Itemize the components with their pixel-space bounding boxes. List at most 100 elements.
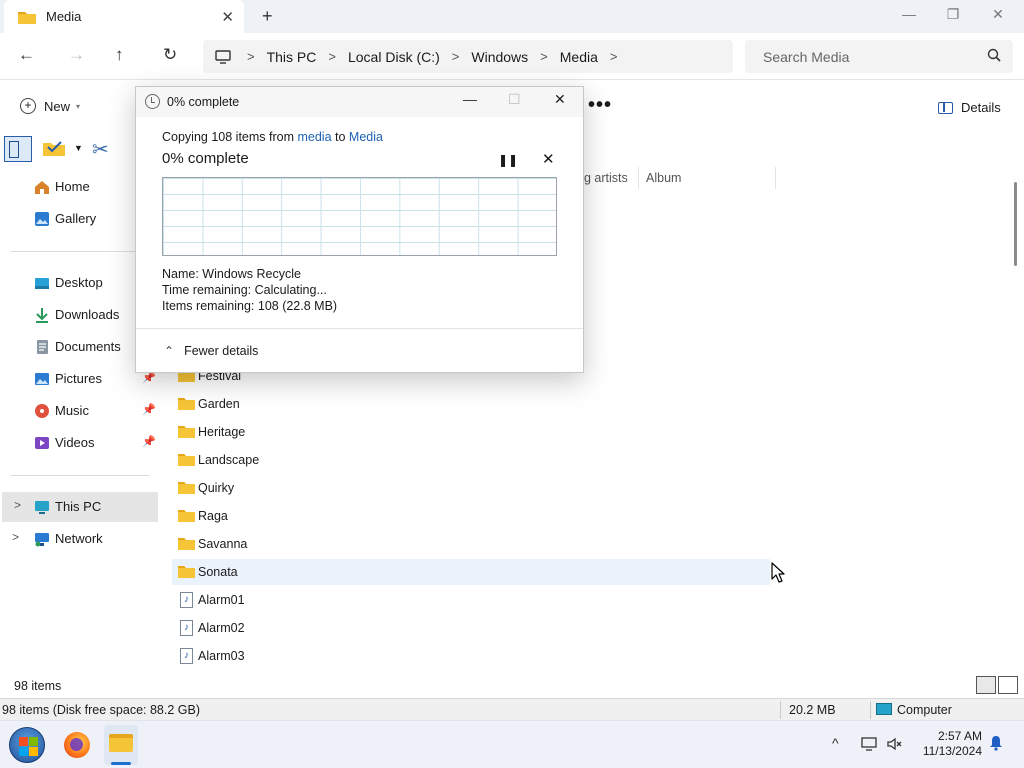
system-clock[interactable]: 2:57 AM 11/13/2024 xyxy=(918,729,982,759)
nav-item-music[interactable]: Music 📌 xyxy=(0,396,156,426)
nav-item-gallery[interactable]: Gallery xyxy=(0,204,156,234)
details-view-icon[interactable] xyxy=(976,676,996,694)
pause-button[interactable]: ❚❚ xyxy=(498,153,518,167)
download-icon xyxy=(36,308,48,323)
fewer-details-button[interactable]: ⌃ Fewer details xyxy=(164,344,258,358)
dialog-divider xyxy=(136,328,583,329)
column-album[interactable]: Album xyxy=(646,171,681,185)
minimize-button[interactable]: — xyxy=(886,6,932,22)
nav-item-videos[interactable]: Videos 📌 xyxy=(0,428,156,458)
pin-icon[interactable]: 📌 xyxy=(142,435,156,448)
cut-icon[interactable]: ✂ xyxy=(92,137,109,162)
maximize-button[interactable]: ❐ xyxy=(930,6,976,23)
vertical-scrollbar[interactable] xyxy=(1014,182,1017,266)
nav-item-downloads[interactable]: Downloads xyxy=(0,300,156,330)
select-checkbox-icon[interactable] xyxy=(42,139,68,157)
file-row[interactable]: Quirky xyxy=(172,475,770,501)
audio-file-icon: ♪ xyxy=(180,592,193,608)
folder-icon xyxy=(178,538,195,550)
file-row[interactable]: Garden xyxy=(172,391,770,417)
nav-item-documents[interactable]: Documents xyxy=(0,332,156,362)
copy-file-name: Name: Windows Recycle xyxy=(162,267,301,281)
audio-file-icon: ♪ xyxy=(180,620,193,636)
breadcrumb-this-pc[interactable]: This PC xyxy=(267,49,317,65)
file-row[interactable]: Landscape xyxy=(172,447,770,473)
chevron-right-icon[interactable]: > xyxy=(14,498,21,512)
copy-time-remaining: Time remaining: Calculating... xyxy=(162,283,327,297)
pin-icon[interactable]: 📌 xyxy=(142,403,156,416)
dialog-title-bar[interactable]: 0% complete — ☐ ✕ xyxy=(136,87,583,117)
up-button[interactable]: ↑ xyxy=(115,45,124,65)
chevron-up-icon: ⌃ xyxy=(164,344,175,358)
large-icons-view-icon[interactable] xyxy=(998,676,1018,694)
file-row[interactable]: Heritage xyxy=(172,419,770,445)
file-name: Garden xyxy=(198,397,240,411)
source-link[interactable]: media xyxy=(297,130,331,144)
file-row[interactable]: Sonata xyxy=(172,559,770,585)
plus-circle-icon: + xyxy=(20,98,36,114)
column-divider[interactable] xyxy=(775,167,776,189)
network-status-icon[interactable] xyxy=(861,736,879,752)
back-button[interactable]: ← xyxy=(18,45,35,65)
start-button[interactable] xyxy=(9,727,45,763)
file-name: Alarm03 xyxy=(198,649,245,663)
firefox-icon[interactable] xyxy=(64,732,90,758)
breadcrumb-media[interactable]: Media xyxy=(560,49,598,65)
search-input[interactable]: Search Media xyxy=(745,40,1013,73)
details-button[interactable]: Details xyxy=(938,100,1001,115)
videos-icon xyxy=(35,437,49,449)
nav-item-desktop[interactable]: Desktop xyxy=(0,268,156,298)
nav-divider xyxy=(10,251,150,252)
dialog-maximize-button[interactable]: ☐ xyxy=(508,91,521,108)
column-contributing-artists[interactable]: ng artists xyxy=(577,171,628,185)
status-divider xyxy=(870,701,871,719)
cancel-copy-button[interactable]: ✕ xyxy=(542,150,555,168)
address-row: ← → ↑ ↻ > This PC > Local Disk (C:) > Wi… xyxy=(0,33,1024,80)
file-row[interactable]: Savanna xyxy=(172,531,770,557)
nav-label: Documents xyxy=(55,339,121,354)
nav-item-pictures[interactable]: Pictures 📌 xyxy=(0,364,156,394)
dialog-minimize-button[interactable]: — xyxy=(463,91,477,107)
dialog-close-button[interactable]: ✕ xyxy=(554,91,566,108)
forward-button[interactable]: → xyxy=(68,45,85,65)
classic-status-bar: 98 items (Disk free space: 88.2 GB) 20.2… xyxy=(0,698,1024,720)
tab-title: Media xyxy=(46,9,82,24)
nav-item-network[interactable]: > Network xyxy=(0,524,156,554)
address-bar[interactable]: > This PC > Local Disk (C:) > Windows > … xyxy=(203,40,733,73)
nav-label: Home xyxy=(55,179,90,194)
more-options-button[interactable]: ••• xyxy=(588,94,612,117)
windows-logo-icon xyxy=(19,737,28,746)
refresh-button[interactable]: ↻ xyxy=(163,45,177,65)
column-divider[interactable] xyxy=(638,167,639,189)
notification-bell-icon[interactable] xyxy=(989,735,1003,751)
new-tab-button[interactable]: + xyxy=(262,6,273,27)
home-icon xyxy=(35,181,49,194)
breadcrumb-windows[interactable]: Windows xyxy=(471,49,528,65)
new-button[interactable]: + New ▾ xyxy=(20,98,80,114)
chevron-right-icon[interactable]: > xyxy=(610,49,618,64)
nav-item-this-pc[interactable]: > This PC xyxy=(2,492,158,522)
progress-label: 0% complete xyxy=(162,150,249,167)
close-button[interactable]: ✕ xyxy=(975,6,1021,23)
chevron-down-icon[interactable]: ▼ xyxy=(74,143,83,153)
file-explorer-taskbar-button[interactable] xyxy=(104,725,138,765)
file-row[interactable]: ♪ Alarm01 xyxy=(172,587,770,613)
tab-close-icon[interactable]: ✕ xyxy=(221,8,234,26)
chevron-right-icon[interactable]: > xyxy=(12,530,19,544)
nav-label: Network xyxy=(55,531,103,546)
file-row[interactable]: ♪ Alarm03 xyxy=(172,643,770,669)
copy-progress-dialog: 0% complete — ☐ ✕ Copying 108 items from… xyxy=(135,86,584,373)
destination-link[interactable]: Media xyxy=(349,130,383,144)
file-row[interactable]: Raga xyxy=(172,503,770,529)
breadcrumb-local-disk[interactable]: Local Disk (C:) xyxy=(348,49,440,65)
computer-icon xyxy=(876,703,892,715)
file-row[interactable]: ♪ Alarm02 xyxy=(172,615,770,641)
file-name: Heritage xyxy=(198,425,246,439)
nav-item-home[interactable]: Home xyxy=(0,172,156,202)
volume-muted-icon[interactable] xyxy=(886,736,904,752)
tab-media[interactable]: Media ✕ xyxy=(4,0,244,33)
navigation-pane-icon[interactable] xyxy=(4,136,32,162)
show-hidden-icons-button[interactable]: ^ xyxy=(832,735,839,751)
clock-time: 2:57 AM xyxy=(937,729,982,743)
nav-divider xyxy=(10,475,150,476)
